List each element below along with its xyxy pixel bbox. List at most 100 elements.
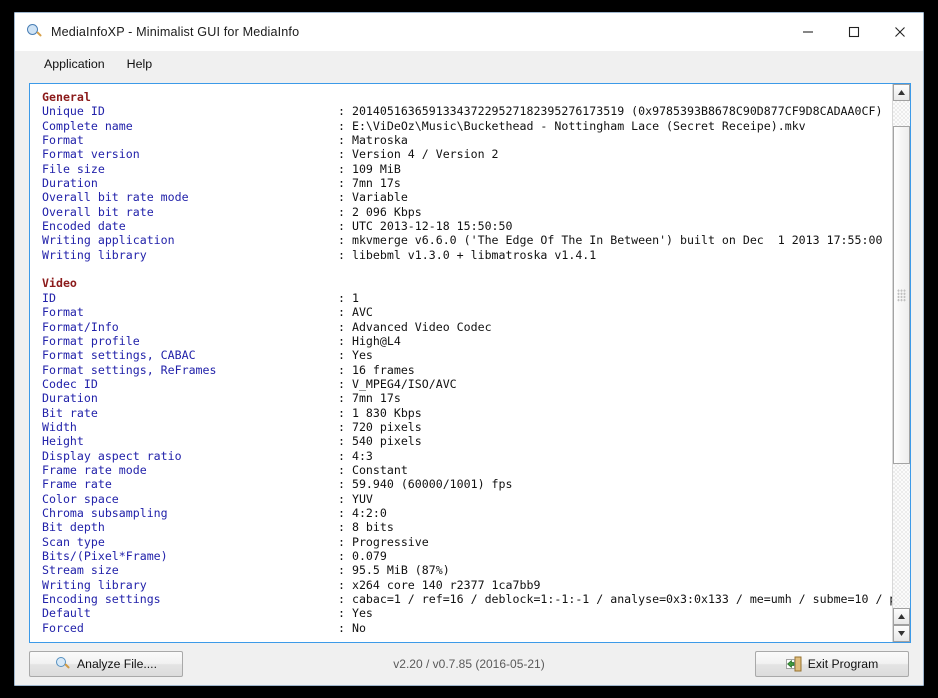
analyze-file-button[interactable]: Analyze File.... [29, 651, 183, 677]
report-row: Format settings, CABAC : Yes [42, 348, 892, 362]
report-row-label: Duration [42, 176, 98, 191]
report-row-label: Format settings, ReFrames [42, 362, 217, 377]
report-row-value: : 109 MiB [338, 161, 401, 176]
report-row-label: Format version [42, 147, 140, 162]
report-row-label: Encoded date [42, 219, 126, 234]
report-row-value: : Yes [338, 348, 373, 363]
report-row-label: Scan type [42, 534, 105, 549]
report-row-label: Chroma subsampling [42, 505, 168, 520]
magnifier-icon [27, 24, 43, 40]
report-row: Bit depth: 8 bits [42, 520, 892, 534]
report-row-label: Overall bit rate [42, 204, 154, 219]
report-row-label: Writing library [42, 577, 147, 592]
scrollbar-track[interactable] [893, 101, 910, 608]
report-row-value: : Matroska [338, 133, 408, 148]
report-row: Writing library: libebml v1.3.0 + libmat… [42, 248, 892, 262]
report-row: Encoded date: UTC 2013-12-18 15:50:50 [42, 219, 892, 233]
report-row-label: ID [42, 290, 56, 305]
report-row: Complete name: E:\ViDeOz\Music\Buckethea… [42, 119, 892, 133]
report-row-label: Format/Info [42, 319, 119, 334]
scroll-up-top-button[interactable] [893, 84, 910, 101]
report-row-value: : Advanced Video Codec [338, 319, 492, 334]
report-row-value: : 95.5 MiB (87%) [338, 563, 450, 578]
maximize-button[interactable] [831, 13, 877, 51]
report-row-label: File size [42, 161, 105, 176]
report-row-label: Overall bit rate mode [42, 190, 189, 205]
report-row: Forced: No [42, 621, 892, 635]
report-row-value: : 720 pixels [338, 419, 422, 434]
report-row-value: : V_MPEG4/ISO/AVC [338, 376, 457, 391]
close-button[interactable] [877, 13, 923, 51]
report-row-label: Encoding settings [42, 592, 161, 607]
report-row-value: : 540 pixels [338, 434, 422, 449]
report-row-label: Format [42, 133, 84, 148]
report-row-value: : 7mn 17s [338, 176, 401, 191]
report-row-value: : 7mn 17s [338, 391, 401, 406]
report-row: Codec ID : V_MPEG4/ISO/AVC [42, 377, 892, 391]
report-row: Stream size : 95.5 MiB (87%) [42, 563, 892, 577]
report-row-value: : cabac=1 / ref=16 / deblock=1:-1:-1 / a… [338, 592, 892, 607]
report-row: Bits/(Pixel*Frame) : 0.079 [42, 549, 892, 563]
report-row: File size : 109 MiB [42, 162, 892, 176]
report-row: Frame rate : 59.940 (60000/1001) fps [42, 477, 892, 491]
minimize-button[interactable] [785, 13, 831, 51]
report-row-value: : 1 [338, 290, 359, 305]
report-row: Default : Yes [42, 606, 892, 620]
media-info-report[interactable]: General Unique ID: 2014051636591334372295… [30, 84, 892, 642]
report-row-value: : No [338, 620, 366, 635]
report-row-value: : 8 bits [338, 520, 394, 535]
report-row-label: Format settings, CABAC [42, 348, 196, 363]
window-title: MediaInfoXP - Minimalist GUI for MediaIn… [51, 25, 300, 39]
report-row-label: Frame rate [42, 477, 112, 492]
report-row: Display aspect ratio: 4:3 [42, 449, 892, 463]
report-row-value: : 1 830 Kbps [338, 405, 422, 420]
report-row-value: : Yes [338, 606, 373, 621]
report-row-label: Bit rate [42, 405, 98, 420]
report-row-value: : High@L4 [338, 333, 401, 348]
report-row: Color space: YUV [42, 492, 892, 506]
report-panel: General Unique ID: 2014051636591334372295… [29, 83, 911, 643]
report-section-header: Video [42, 276, 77, 291]
report-row-value: : YUV [338, 491, 373, 506]
report-row-label: Codec ID [42, 376, 98, 391]
report-row-value: : 59.940 (60000/1001) fps [338, 477, 513, 492]
report-row-label: Format [42, 305, 84, 320]
scroll-up-button[interactable] [893, 608, 910, 625]
scroll-down-button[interactable] [893, 625, 910, 642]
report-row: Format settings, ReFrames : 16 frames [42, 363, 892, 377]
exit-door-icon [785, 656, 802, 672]
report-row-label: Default [42, 606, 91, 621]
scrollbar-thumb[interactable] [893, 126, 910, 464]
menu-item-help[interactable]: Help [118, 54, 161, 74]
report-row-value: : Variable [338, 190, 408, 205]
report-row-label: Writing library [42, 247, 147, 262]
application-window: MediaInfoXP - Minimalist GUI for MediaIn… [14, 12, 924, 686]
report-row-value: : mkvmerge v6.6.0 ('The Edge Of The In B… [338, 233, 883, 248]
report-row-value: : 16 frames [338, 362, 415, 377]
scrollbar-grip-icon [897, 288, 906, 302]
report-row: Encoding settings : cabac=1 / ref=16 / de… [42, 592, 892, 606]
report-row: Format/Info : Advanced Video Codec [42, 320, 892, 334]
report-row-label: Duration [42, 391, 98, 406]
exit-program-button[interactable]: Exit Program [755, 651, 909, 677]
report-row-value: : Progressive [338, 534, 429, 549]
title-bar: MediaInfoXP - Minimalist GUI for MediaIn… [15, 13, 923, 51]
analyze-file-label: Analyze File.... [77, 657, 157, 671]
report-row: Unique ID: 20140516365913343722952718239… [42, 104, 892, 118]
report-row-value: : x264 core 140 r2377 1ca7bb9 [338, 577, 541, 592]
report-row: Format : Matroska [42, 133, 892, 147]
menu-item-application[interactable]: Application [35, 54, 114, 74]
report-row-label: Bits/(Pixel*Frame) [42, 549, 168, 563]
report-row-value: : Version 4 / Version 2 [338, 147, 499, 162]
report-row-label: Format profile [42, 333, 140, 348]
report-row-label: Unique ID [42, 104, 105, 119]
window-controls [785, 13, 923, 51]
report-row-label: Stream size [42, 563, 119, 578]
report-row: Format version : Version 4 / Version 2 [42, 147, 892, 161]
report-row: Height: 540 pixels [42, 434, 892, 448]
report-row-value: : E:\ViDeOz\Music\Buckethead - Nottingha… [338, 118, 806, 133]
vertical-scrollbar[interactable] [892, 84, 910, 642]
report-row: Format profile : High@L4 [42, 334, 892, 348]
report-row-value: : 0.079 [338, 549, 387, 563]
report-spacer [42, 262, 892, 276]
